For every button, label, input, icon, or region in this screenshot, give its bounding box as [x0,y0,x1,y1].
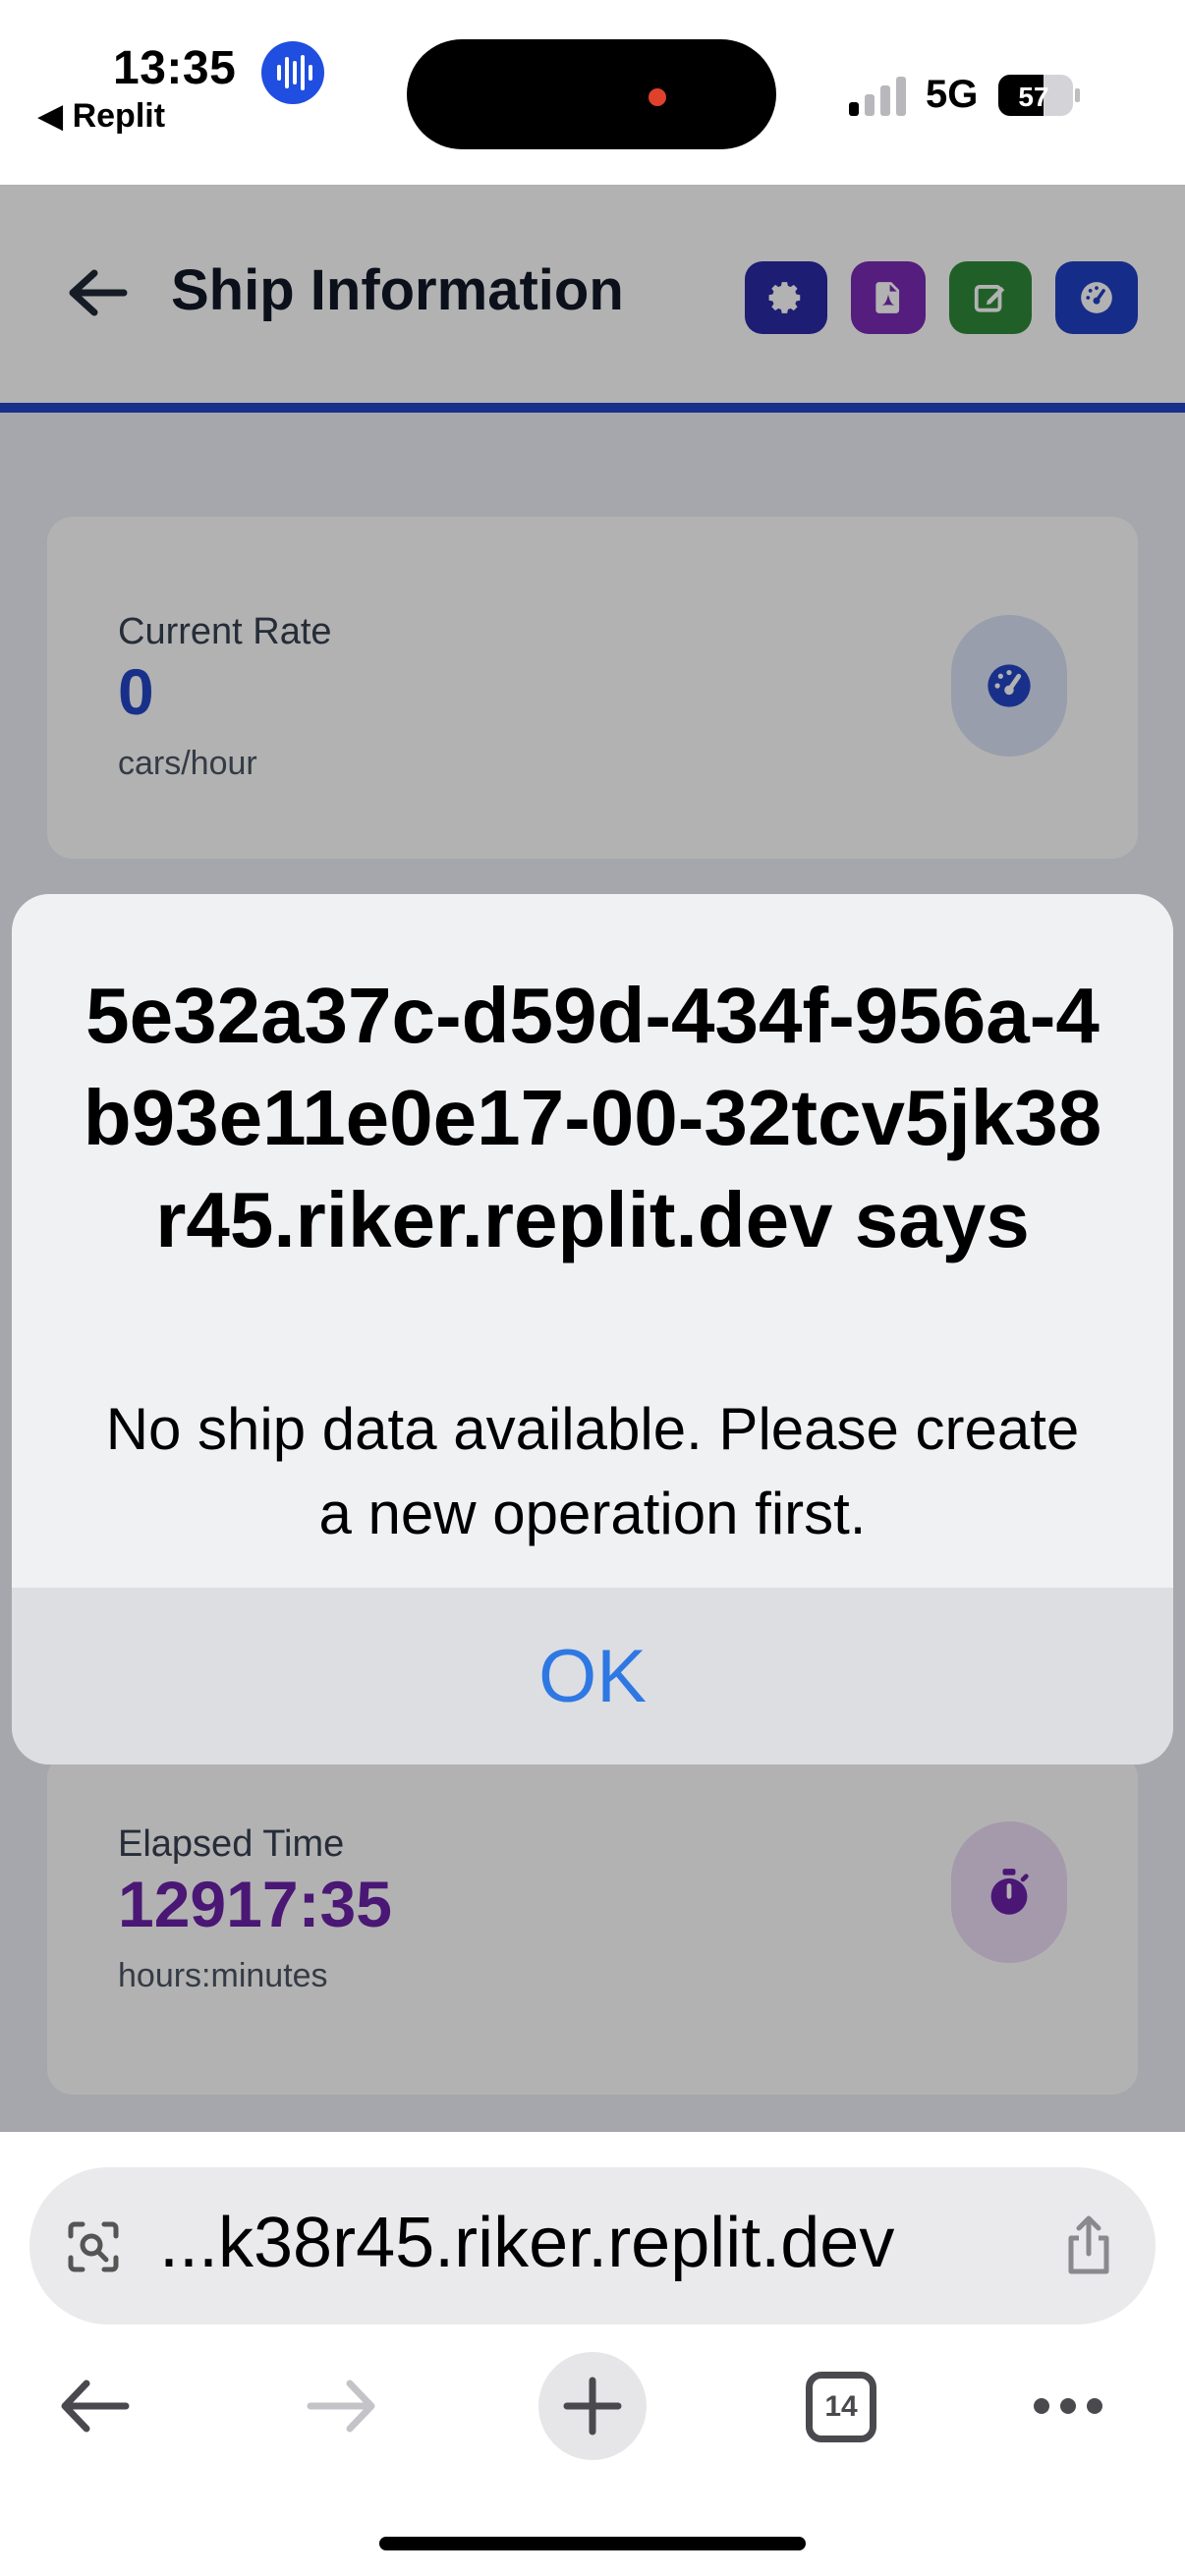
share-icon[interactable] [1061,2214,1116,2277]
url-text[interactable]: ...k38r45.riker.replit.dev [159,2203,1073,2283]
battery-level: 57 [1018,82,1048,112]
alert-message: No ship data available. Please create a … [105,1396,1080,1546]
status-bar: 13:35 ◀ Replit 5G 57 [0,0,1185,185]
status-time: 13:35 [113,42,237,94]
camera-indicator-dot [649,88,666,106]
alert-title: 5e32a37c-d59d-434f-956a-4b93e11e0e17-00-… [83,972,1102,1263]
dynamic-island [407,39,776,149]
battery-icon: 57 [998,75,1081,116]
alert-dialog: 5e32a37c-d59d-434f-956a-4b93e11e0e17-00-… [12,894,1173,1764]
page-lens-icon[interactable] [65,2218,122,2275]
voice-activity-icon [261,41,324,104]
back-to-app-link[interactable]: ◀ Replit [37,96,165,136]
address-bar[interactable]: ...k38r45.riker.replit.dev [29,2167,1156,2324]
signal-icon [849,77,906,116]
new-tab-plus-icon [563,2377,622,2436]
tabs-icon[interactable]: 14 [806,2372,876,2442]
back-arrow-icon[interactable] [57,2378,130,2435]
new-tab-button[interactable] [538,2352,647,2460]
home-indicator [379,2537,806,2550]
alert-ok-button[interactable]: OK [12,1588,1173,1764]
forward-arrow-icon[interactable] [307,2378,379,2435]
more-icon[interactable] [1032,2393,1104,2419]
network-type: 5G [926,73,979,116]
